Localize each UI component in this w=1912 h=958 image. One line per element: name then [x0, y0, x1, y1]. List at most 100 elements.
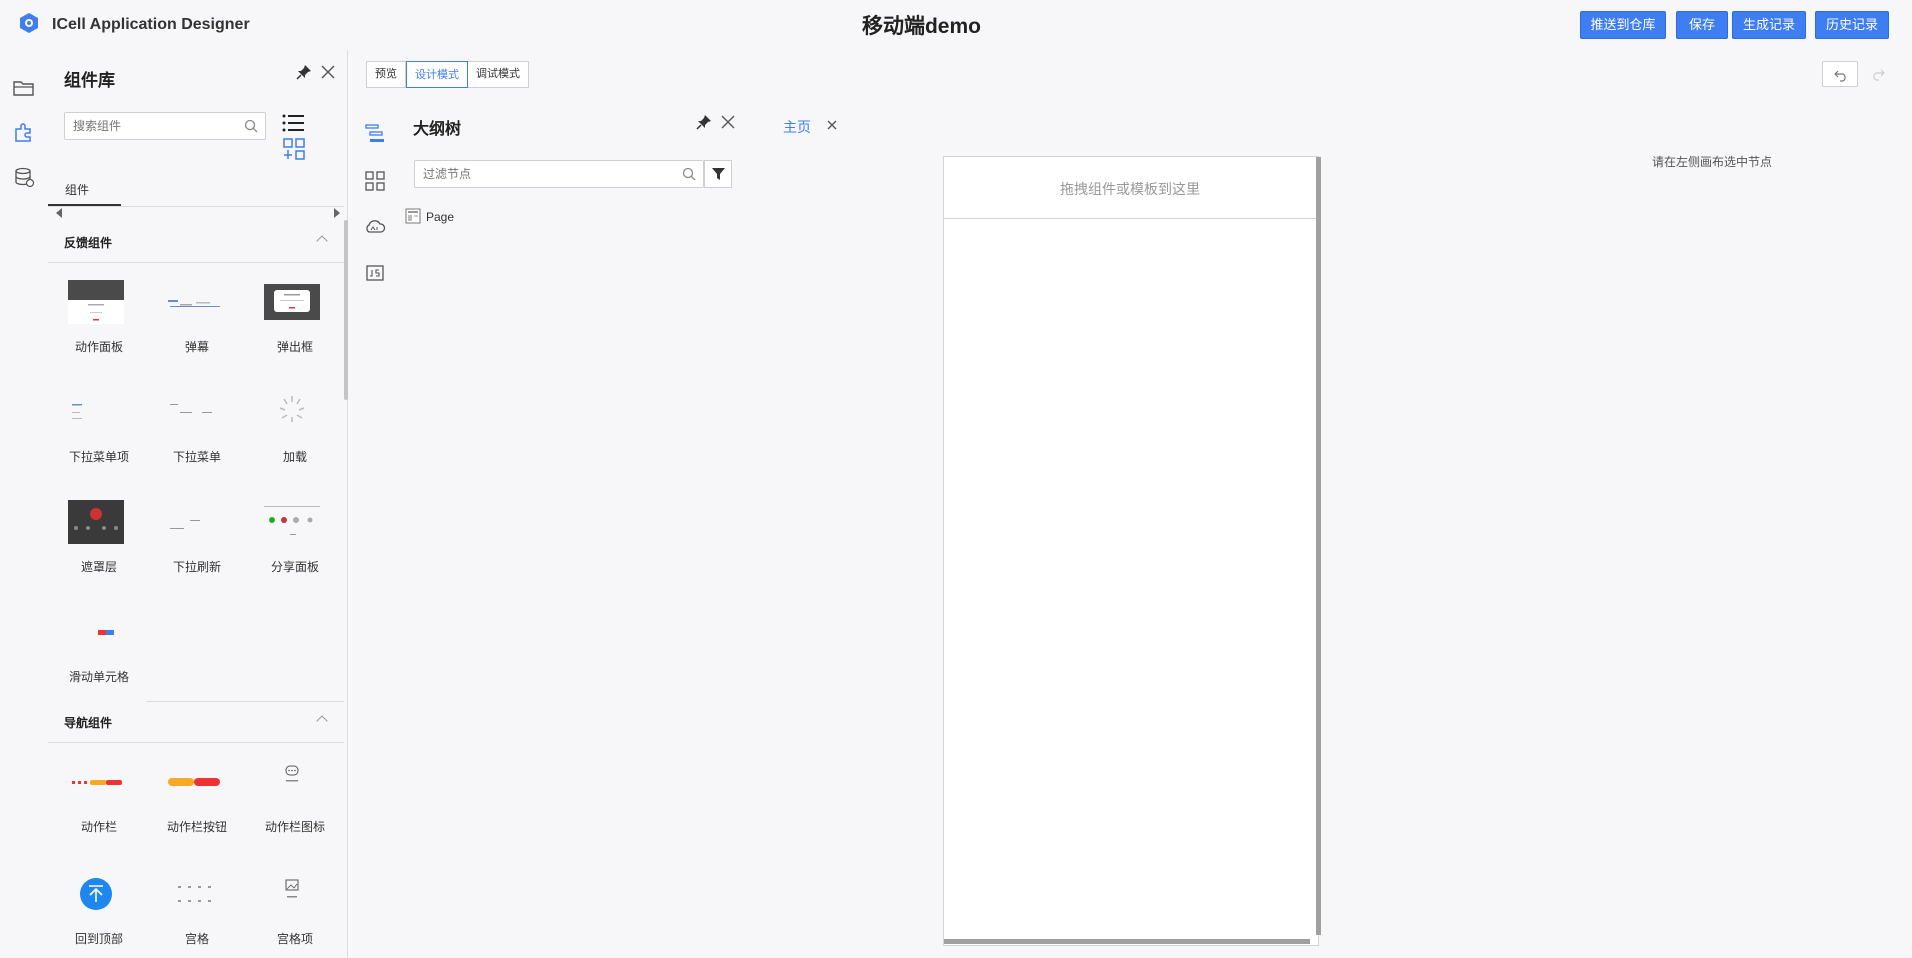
- tab-preview[interactable]: 预览: [367, 62, 406, 87]
- tab-main-page[interactable]: 主页: [783, 117, 811, 137]
- component-item-back-top[interactable]: 回到顶部: [50, 872, 140, 958]
- chevron-up-icon[interactable]: [316, 235, 328, 247]
- component-item-loading[interactable]: 加载: [246, 390, 336, 480]
- close-tab-icon[interactable]: [826, 119, 838, 131]
- mode-switcher: 预览 设计模式 调试模式: [366, 61, 529, 88]
- component-item-action-bar-icon[interactable]: 动作栏图标: [246, 760, 336, 850]
- action-bar-button-thumbnail: [168, 778, 220, 786]
- component-item-action-bar-button[interactable]: 动作栏按钮: [148, 760, 238, 850]
- component-label: 回到顶部: [74, 932, 123, 946]
- image-icon: [285, 879, 299, 898]
- component-label: 加载: [282, 450, 307, 464]
- component-search-input[interactable]: [73, 119, 233, 133]
- dialog-thumbnail: [264, 284, 320, 320]
- outline-filter-input[interactable]: [423, 167, 623, 181]
- chat-icon: [285, 765, 299, 782]
- tab-divider: [48, 206, 344, 207]
- dropdown-item-thumbnail: [72, 404, 82, 419]
- add-grid-icon[interactable]: [283, 138, 305, 160]
- component-puzzle-icon[interactable]: [12, 120, 36, 144]
- component-item-barrage[interactable]: 弹幕: [148, 280, 238, 370]
- outline-title: 大纲树: [413, 121, 462, 138]
- component-label: 宫格项: [276, 932, 313, 946]
- section-divider: [146, 701, 344, 702]
- component-label: 下拉刷新: [172, 560, 221, 574]
- left-nav-rail: [0, 50, 48, 958]
- component-label: 动作栏按钮: [166, 820, 227, 834]
- tab-design-mode[interactable]: 设计模式: [406, 61, 468, 88]
- canvas-horizontal-scrollbar[interactable]: [944, 939, 1310, 944]
- component-item-swipe-cell[interactable]: 滑动单元格: [50, 610, 140, 700]
- outline-tree-icon[interactable]: [364, 122, 386, 144]
- tab-debug-mode[interactable]: 调试模式: [468, 62, 528, 87]
- redo-icon: [1873, 69, 1885, 81]
- design-canvas[interactable]: 拖拽组件或模板到这里: [943, 156, 1321, 946]
- component-label: 滑动单元格: [68, 670, 129, 684]
- back-to-top-icon: [80, 878, 112, 910]
- dropdown-menu-thumbnail: [170, 404, 212, 413]
- component-item-dialog[interactable]: 弹出框: [246, 280, 336, 370]
- component-item-grid-item[interactable]: 宫格项: [246, 872, 336, 958]
- cloud-api-icon[interactable]: [364, 216, 386, 238]
- tree-node-label: Page: [426, 210, 455, 224]
- database-icon[interactable]: [12, 165, 36, 189]
- component-item-share-sheet[interactable]: 分享面板: [246, 500, 336, 590]
- drop-zone-hint: 拖拽组件或模板到这里: [1060, 181, 1200, 197]
- chevron-up-icon[interactable]: [316, 715, 328, 727]
- pin-icon[interactable]: [696, 114, 712, 130]
- component-label: 动作栏图标: [264, 820, 325, 834]
- component-label: 弹幕: [184, 340, 209, 354]
- close-icon[interactable]: [720, 114, 736, 130]
- page-title: 移动端demo: [861, 15, 981, 38]
- section-divider: [48, 742, 344, 743]
- drop-zone[interactable]: 拖拽组件或模板到这里: [944, 157, 1316, 219]
- component-label: 动作面板: [74, 340, 123, 354]
- component-item-grid[interactable]: 宫格: [148, 872, 238, 958]
- js-code-icon[interactable]: [364, 262, 386, 284]
- component-item-dropdown-menu[interactable]: 下拉菜单: [148, 390, 238, 480]
- filter-button[interactable]: [704, 160, 732, 188]
- library-scrollbar[interactable]: [344, 220, 348, 400]
- component-item-overlay[interactable]: 遮罩层: [50, 500, 140, 590]
- library-title: 组件库: [64, 71, 115, 90]
- section-navigation-header[interactable]: 导航组件: [48, 708, 344, 736]
- section-feedback-header[interactable]: 反馈组件: [48, 228, 344, 256]
- tab-components[interactable]: 组件: [65, 181, 89, 198]
- properties-empty-hint: 请在左侧画布选中节点: [1652, 155, 1773, 169]
- component-label: 弹出框: [276, 340, 313, 354]
- tab-scroll-left-icon[interactable]: [56, 208, 62, 218]
- swipe-cell-thumbnail: [98, 630, 114, 635]
- search-icon[interactable]: [244, 119, 258, 133]
- loading-spinner-icon: [279, 396, 305, 422]
- canvas-vertical-scrollbar[interactable]: [1316, 157, 1321, 935]
- history-button[interactable]: 历史记录: [1815, 11, 1889, 39]
- page-node-icon: [405, 208, 421, 224]
- outline-filter-box[interactable]: [414, 160, 704, 188]
- action-bar-thumbnail: [72, 780, 122, 785]
- component-item-dropdown-item[interactable]: 下拉菜单项: [50, 390, 140, 480]
- save-button[interactable]: 保存: [1676, 11, 1728, 39]
- undo-icon: [1834, 70, 1846, 82]
- component-item-pull-refresh[interactable]: 下拉刷新: [148, 500, 238, 590]
- generate-record-button[interactable]: 生成记录: [1732, 11, 1806, 39]
- redo-button[interactable]: [1866, 61, 1890, 87]
- component-label: 动作栏: [80, 820, 117, 834]
- pin-icon[interactable]: [296, 64, 312, 80]
- close-icon[interactable]: [320, 64, 336, 80]
- search-icon[interactable]: [682, 167, 696, 181]
- component-search-box[interactable]: [64, 112, 266, 140]
- undo-button[interactable]: [1822, 61, 1858, 87]
- push-to-repo-button[interactable]: 推送到仓库: [1580, 11, 1666, 39]
- share-sheet-thumbnail: [264, 506, 320, 535]
- grid-icon[interactable]: [364, 170, 386, 192]
- barrage-thumbnail: [168, 300, 220, 307]
- pull-refresh-thumbnail: [170, 520, 200, 529]
- folder-icon[interactable]: [12, 76, 36, 100]
- header: ICell Application Designer 移动端demo 推送到仓库…: [0, 0, 1912, 50]
- component-label: 遮罩层: [80, 560, 117, 574]
- list-view-icon[interactable]: [282, 114, 304, 132]
- component-item-action-sheet[interactable]: 动作面板: [50, 280, 140, 370]
- tab-scroll-right-icon[interactable]: [334, 208, 340, 218]
- component-item-action-bar[interactable]: 动作栏: [50, 760, 140, 850]
- grid-thumbnail: [178, 886, 211, 902]
